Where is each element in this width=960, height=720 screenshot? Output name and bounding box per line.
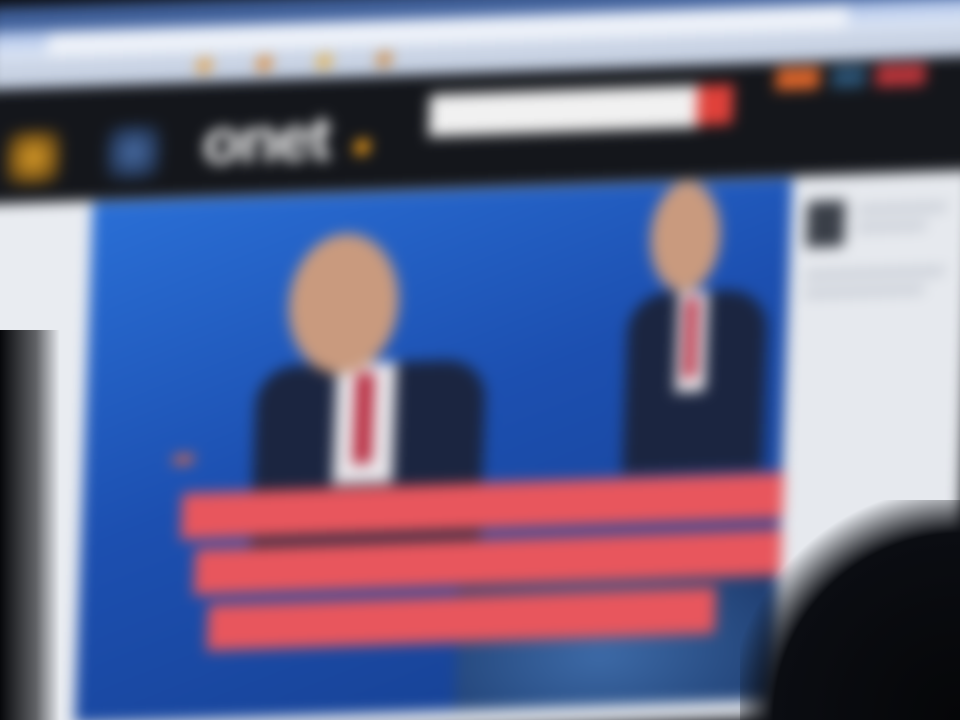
bookmark-icon[interactable] bbox=[257, 56, 272, 71]
person-1-tie bbox=[353, 372, 375, 464]
site-logo[interactable]: onet bbox=[201, 100, 331, 179]
bookmark-icon[interactable] bbox=[376, 52, 392, 67]
monitor-bezel bbox=[740, 500, 960, 720]
monitor-bezel-left bbox=[0, 330, 60, 720]
search-button[interactable] bbox=[696, 84, 734, 126]
weather-icon[interactable] bbox=[5, 129, 62, 186]
header-link[interactable] bbox=[875, 63, 927, 88]
sidebar-thumbnail[interactable] bbox=[805, 200, 846, 248]
bookmark-icon[interactable] bbox=[317, 54, 332, 69]
header-link[interactable] bbox=[831, 65, 867, 89]
person-2-head bbox=[648, 180, 723, 294]
bookmark-icon[interactable] bbox=[197, 58, 212, 73]
header-link[interactable] bbox=[775, 67, 821, 91]
mail-icon[interactable] bbox=[105, 124, 162, 181]
hero-badge bbox=[173, 455, 194, 464]
photo-of-monitor: onet bbox=[0, 0, 960, 720]
person-1-head bbox=[286, 231, 402, 376]
